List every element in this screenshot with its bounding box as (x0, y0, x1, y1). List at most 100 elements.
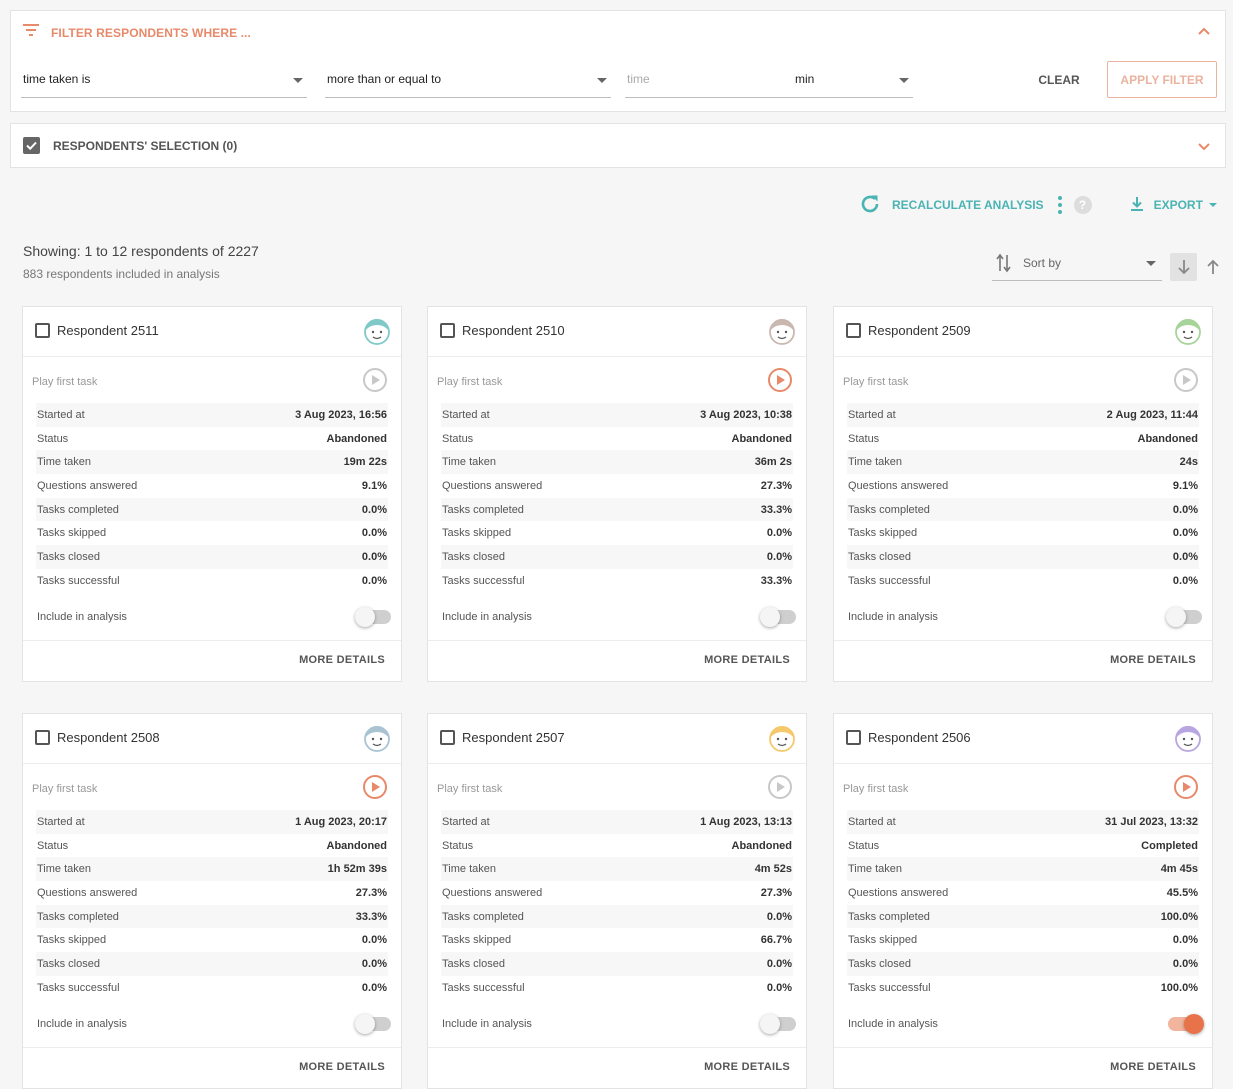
filter-title: FILTER RESPONDENTS WHERE ... (51, 25, 251, 40)
respondent-checkbox[interactable] (846, 730, 861, 745)
stat-label: Tasks completed (37, 503, 119, 516)
avatar-icon (363, 317, 391, 345)
play-icon[interactable] (767, 774, 793, 800)
card-header: Respondent 2508 (23, 714, 401, 764)
apply-filter-button[interactable]: APPLY FILTER (1107, 61, 1217, 98)
selection-panel[interactable]: RESPONDENTS' SELECTION (0) (10, 123, 1226, 168)
stat-value: 9.1% (1172, 479, 1198, 492)
stat-value: Abandoned (326, 432, 388, 445)
stat-time: Time taken 1h 52m 39s (36, 857, 388, 882)
include-analysis-row: Include in analysis (428, 593, 806, 641)
sort-ascending-button[interactable] (1203, 256, 1223, 278)
stat-label: Tasks skipped (442, 527, 512, 540)
toggle-knob (1166, 606, 1186, 627)
stat-value: 0.0% (1172, 957, 1198, 970)
sort-descending-button[interactable] (1170, 253, 1197, 281)
play-icon[interactable] (1173, 774, 1199, 800)
include-analysis-toggle[interactable] (1168, 1013, 1204, 1034)
stat-value: 100.0% (1160, 910, 1198, 923)
stat-value: 100.0% (1160, 981, 1198, 994)
analysis-toolbar: RECALCULATE ANALYSIS ? EXPORT (858, 192, 1217, 218)
stat-value: 0.0% (766, 981, 792, 994)
respondent-checkbox[interactable] (440, 323, 455, 338)
stat-value: 36m 2s (754, 456, 792, 469)
include-analysis-toggle[interactable] (355, 606, 391, 627)
play-icon[interactable] (362, 774, 388, 800)
stat-status: Status Abandoned (441, 427, 793, 451)
play-first-task-row: Play first task (834, 764, 1212, 810)
recalculate-analysis-button[interactable]: RECALCULATE ANALYSIS (858, 192, 1044, 219)
filter-header[interactable]: FILTER RESPONDENTS WHERE ... (23, 23, 251, 42)
stat-value: 2 Aug 2023, 11:44 (1106, 408, 1198, 421)
stat-value: 0.0% (766, 957, 792, 970)
stat-started: Started at 3 Aug 2023, 16:56 (36, 403, 388, 427)
stat-label: Started at (37, 408, 85, 421)
more-details-row: MORE DETAILS (428, 1048, 806, 1088)
stat-value: 27.3% (760, 886, 792, 899)
chevron-down-icon[interactable] (1197, 139, 1211, 153)
stat-started: Started at 1 Aug 2023, 20:17 (36, 810, 388, 834)
more-details-button[interactable]: MORE DETAILS (299, 1061, 385, 1073)
stat-value: 1h 52m 39s (327, 863, 387, 876)
include-analysis-toggle[interactable] (1166, 606, 1202, 627)
include-analysis-toggle[interactable] (760, 1013, 796, 1034)
play-icon[interactable] (767, 367, 793, 393)
filter-time-input[interactable]: time (625, 67, 787, 98)
respondent-card: Respondent 2507 Play first task Started … (427, 713, 807, 1089)
more-details-button[interactable]: MORE DETAILS (704, 654, 790, 666)
filter-field-select[interactable]: time taken is (21, 67, 307, 98)
include-analysis-toggle[interactable] (355, 1013, 391, 1034)
sort-by-label: Sort by (1023, 256, 1062, 270)
more-details-button[interactable]: MORE DETAILS (1110, 1061, 1196, 1073)
respondent-name: Respondent 2507 (462, 730, 565, 745)
stat-value: 27.3% (355, 886, 387, 899)
stat-label: Started at (442, 408, 490, 421)
play-first-task-label: Play first task (437, 783, 503, 795)
play-icon[interactable] (1173, 367, 1199, 393)
more-details-button[interactable]: MORE DETAILS (704, 1061, 790, 1073)
stat-completed: Tasks completed 33.3% (441, 497, 793, 522)
stat-label: Tasks successful (848, 981, 931, 994)
chevron-up-icon[interactable] (1197, 25, 1211, 39)
toggle-knob (760, 606, 780, 627)
stat-questions: Questions answered 27.3% (441, 881, 793, 905)
stat-value: 1 Aug 2023, 20:17 (295, 815, 387, 828)
stats-list: Started at 3 Aug 2023, 10:38 Status Abando… (428, 403, 806, 593)
stat-questions: Questions answered 9.1% (36, 474, 388, 498)
respondent-name: Respondent 2506 (868, 730, 971, 745)
play-first-task-label: Play first task (32, 783, 98, 795)
respondent-checkbox[interactable] (440, 730, 455, 745)
respondent-checkbox[interactable] (846, 323, 861, 338)
filter-operator-select[interactable]: more than or equal to (325, 67, 611, 98)
stat-label: Tasks skipped (37, 527, 107, 540)
play-icon[interactable] (362, 367, 388, 393)
selection-checkbox[interactable] (23, 137, 40, 154)
stat-value: 3 Aug 2023, 16:56 (295, 408, 387, 421)
export-button[interactable]: EXPORT (1130, 196, 1217, 215)
stat-label: Tasks successful (442, 981, 525, 994)
help-icon[interactable]: ? (1073, 196, 1092, 214)
include-analysis-toggle[interactable] (760, 606, 796, 627)
play-first-task-row: Play first task (428, 764, 806, 810)
more-details-button[interactable]: MORE DETAILS (299, 654, 385, 666)
play-first-task-label: Play first task (843, 783, 909, 795)
respondent-checkbox[interactable] (35, 730, 50, 745)
stat-closed: Tasks closed 0.0% (36, 952, 388, 976)
more-details-button[interactable]: MORE DETAILS (1110, 654, 1196, 666)
sort-by-select[interactable]: Sort by (992, 250, 1162, 281)
stat-questions: Questions answered 27.3% (441, 474, 793, 498)
card-header: Respondent 2509 (834, 307, 1212, 357)
filter-unit-select[interactable]: min (787, 67, 913, 98)
stat-value: 0.0% (1172, 527, 1198, 540)
stats-list: Started at 3 Aug 2023, 16:56 Status Abando… (23, 403, 401, 593)
more-details-row: MORE DETAILS (23, 641, 401, 681)
stat-value: 1 Aug 2023, 13:13 (700, 815, 792, 828)
stat-label: Tasks completed (442, 503, 524, 516)
include-analysis-row: Include in analysis (23, 593, 401, 641)
avatar-icon (768, 724, 796, 752)
respondent-checkbox[interactable] (35, 323, 50, 338)
clear-button[interactable]: CLEAR (1033, 67, 1085, 93)
stat-completed: Tasks completed 0.0% (441, 904, 793, 929)
more-options-icon[interactable] (1057, 196, 1062, 214)
stat-value: 45.5% (1166, 886, 1198, 899)
